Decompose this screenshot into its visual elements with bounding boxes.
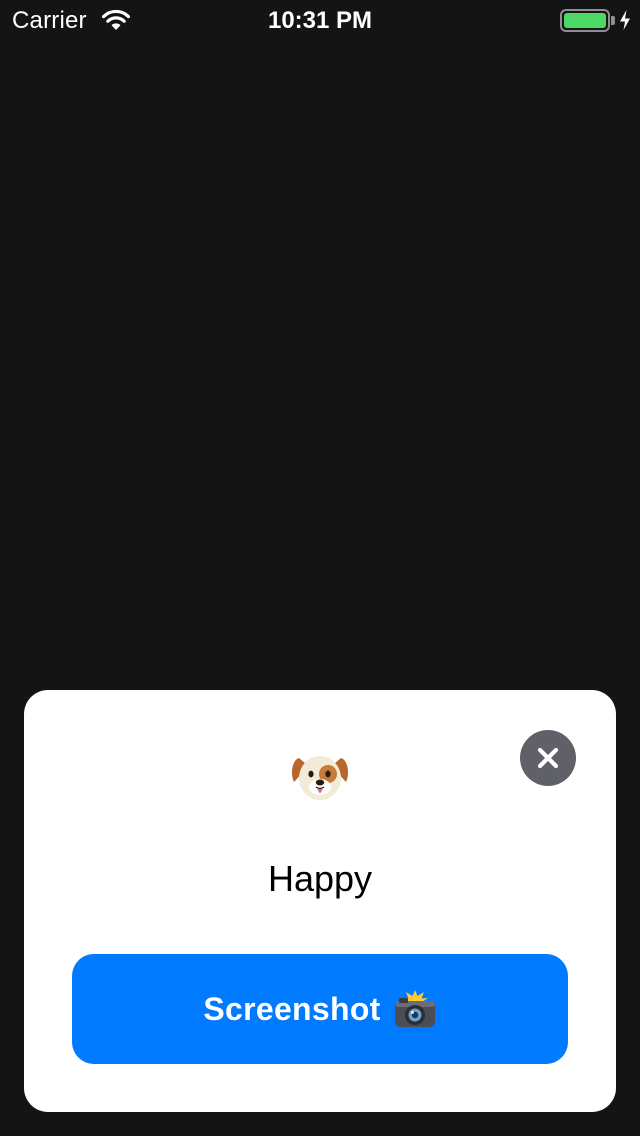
status-bar: Carrier 10:31 PM	[0, 0, 640, 40]
dog-face-icon	[291, 756, 349, 800]
battery-level-fill	[564, 13, 606, 28]
dog-face-emoji	[24, 748, 616, 808]
emoji-card: Happy Screenshot	[24, 690, 616, 1112]
status-clock: 10:31 PM	[267, 7, 373, 34]
battery-tip	[611, 16, 615, 25]
emotion-label: Happy	[267, 858, 373, 899]
camera-flash-icon	[394, 990, 435, 1027]
charging-bolt-icon	[620, 10, 630, 30]
screenshot-button[interactable]: Screenshot	[72, 954, 568, 1064]
battery-full-icon	[560, 9, 610, 32]
screenshot-button-label: Screenshot	[203, 990, 381, 1027]
screen: Carrier 10:31 PM Happy Screenshot	[0, 0, 640, 1136]
